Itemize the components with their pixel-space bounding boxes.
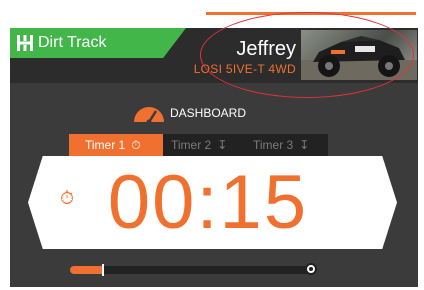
driver-photo[interactable]: [301, 30, 417, 80]
stopwatch-icon: ⏱: [60, 188, 75, 208]
tab-label: Timer 1: [85, 138, 126, 152]
tab-label: Timer 3: [253, 138, 294, 152]
tab-timer-3[interactable]: Timer 3 ↧: [245, 134, 328, 156]
count-up-icon: ↧: [217, 138, 228, 152]
stopwatch-icon: ⏱: [131, 138, 141, 152]
grid-h-icon: [17, 35, 33, 51]
progress-end-knob[interactable]: [305, 263, 317, 275]
track-name: Dirt Track: [38, 34, 107, 51]
progress-track[interactable]: [70, 266, 310, 274]
progress-fill: [70, 266, 104, 274]
tab-label: Timer 2: [171, 138, 212, 152]
driver-name[interactable]: Jeffrey: [190, 38, 296, 60]
progress-cursor: [102, 264, 104, 276]
gauge-icon: [134, 107, 164, 124]
tab-timer-1[interactable]: Timer 1 ⏱: [69, 134, 163, 156]
tab-timer-2[interactable]: Timer 2 ↧: [163, 134, 245, 156]
car-model: LOSI 5IVE-T 4WD: [193, 62, 296, 76]
top-accent-bar: [206, 12, 416, 15]
count-up-icon: ↧: [299, 138, 310, 152]
dashboard-label[interactable]: DASHBOARD: [170, 106, 246, 120]
timer-value: 00:15: [107, 160, 309, 245]
rc-car-icon: [301, 36, 417, 80]
